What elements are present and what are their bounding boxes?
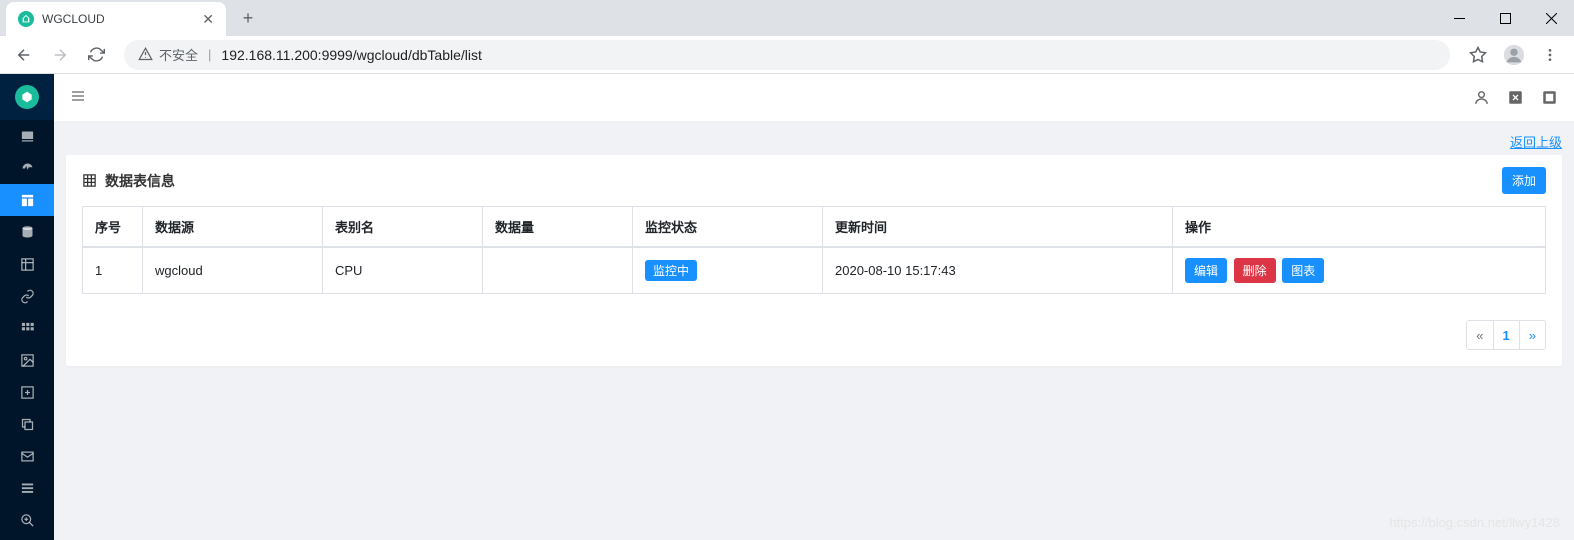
sidebar-item-image[interactable] <box>0 344 54 376</box>
th-datasource: 数据源 <box>143 207 323 248</box>
cell-count <box>483 247 633 294</box>
cell-datasource: wgcloud <box>143 247 323 294</box>
new-tab-button[interactable]: + <box>234 4 262 32</box>
window-maximize-icon[interactable] <box>1482 2 1528 34</box>
card-header: 数据表信息 添加 <box>66 155 1562 206</box>
sidebar-item-grid[interactable] <box>0 312 54 344</box>
topbar <box>54 74 1574 122</box>
table-icon <box>82 173 97 188</box>
sidebar-item-copy[interactable] <box>0 408 54 440</box>
nav-reload-button[interactable] <box>80 39 112 71</box>
th-alias: 表别名 <box>323 207 483 248</box>
sidebar-logo[interactable] <box>0 74 54 120</box>
sidebar-item-zoom[interactable] <box>0 504 54 536</box>
bookmark-star-icon[interactable] <box>1462 39 1494 71</box>
url-separator: | <box>208 47 211 62</box>
url-input[interactable]: 不安全 | 192.168.11.200:9999/wgcloud/dbTabl… <box>124 40 1450 70</box>
nav-back-button[interactable] <box>8 39 40 71</box>
browser-tab-bar: WGCLOUD ✕ + <box>0 0 1574 36</box>
browser-menu-icon[interactable] <box>1534 39 1566 71</box>
sidebar <box>0 74 54 540</box>
card: 数据表信息 添加 序号 数据源 表别名 数据量 监控状态 <box>66 155 1562 366</box>
th-seq: 序号 <box>83 207 143 248</box>
page-next-button[interactable]: » <box>1519 320 1546 350</box>
return-parent-link[interactable]: 返回上级 <box>1510 135 1562 150</box>
browser-tab[interactable]: WGCLOUD ✕ <box>6 2 226 36</box>
address-bar: 不安全 | 192.168.11.200:9999/wgcloud/dbTabl… <box>0 36 1574 74</box>
data-table: 序号 数据源 表别名 数据量 监控状态 更新时间 操作 1 <box>82 206 1546 294</box>
tab-favicon-icon <box>18 11 34 27</box>
pagination: « 1 » <box>66 310 1562 366</box>
th-status: 监控状态 <box>633 207 823 248</box>
user-icon[interactable] <box>1472 89 1490 107</box>
window-close-icon[interactable] <box>1528 2 1574 34</box>
security-label: 不安全 <box>159 45 198 64</box>
cell-status: 监控中 <box>633 247 823 294</box>
delete-button[interactable]: 删除 <box>1234 258 1276 283</box>
page-number-button[interactable]: 1 <box>1493 320 1520 350</box>
cell-seq: 1 <box>83 247 143 294</box>
sidebar-item-host[interactable] <box>0 120 54 152</box>
sidebar-item-table[interactable] <box>0 184 54 216</box>
return-link-wrap: 返回上级 <box>66 132 1562 151</box>
page-prev-button[interactable]: « <box>1466 320 1493 350</box>
cell-actions: 编辑 删除 图表 <box>1173 247 1546 294</box>
card-title-text: 数据表信息 <box>105 171 175 191</box>
security-warning-icon: 不安全 <box>138 45 198 64</box>
sidebar-item-link[interactable] <box>0 280 54 312</box>
th-updated: 更新时间 <box>823 207 1173 248</box>
profile-avatar-icon[interactable] <box>1498 39 1530 71</box>
nav-forward-button[interactable] <box>44 39 76 71</box>
status-badge: 监控中 <box>645 260 697 281</box>
close-square-icon[interactable] <box>1506 89 1524 107</box>
table-header-row: 序号 数据源 表别名 数据量 监控状态 更新时间 操作 <box>83 207 1546 248</box>
sidebar-item-mail[interactable] <box>0 440 54 472</box>
cell-alias: CPU <box>323 247 483 294</box>
sidebar-item-list[interactable] <box>0 472 54 504</box>
table-row: 1 wgcloud CPU 监控中 2020-08-10 15:17:43 编辑… <box>83 247 1546 294</box>
edit-button[interactable]: 编辑 <box>1185 258 1227 283</box>
tab-title: WGCLOUD <box>42 12 194 26</box>
add-button[interactable]: 添加 <box>1502 167 1546 194</box>
sidebar-item-add[interactable] <box>0 376 54 408</box>
sidebar-toggle-icon[interactable] <box>70 88 86 107</box>
tab-close-icon[interactable]: ✕ <box>202 11 214 28</box>
th-count: 数据量 <box>483 207 633 248</box>
fullscreen-icon[interactable] <box>1540 89 1558 107</box>
sidebar-item-database[interactable] <box>0 216 54 248</box>
sidebar-item-dashboard[interactable] <box>0 152 54 184</box>
window-minimize-icon[interactable] <box>1436 2 1482 34</box>
chart-button[interactable]: 图表 <box>1282 258 1324 283</box>
cell-updated: 2020-08-10 15:17:43 <box>823 247 1173 294</box>
url-text: 192.168.11.200:9999/wgcloud/dbTable/list <box>221 47 482 63</box>
card-title: 数据表信息 <box>82 171 175 191</box>
th-action: 操作 <box>1173 207 1546 248</box>
sidebar-item-dbtable[interactable] <box>0 248 54 280</box>
